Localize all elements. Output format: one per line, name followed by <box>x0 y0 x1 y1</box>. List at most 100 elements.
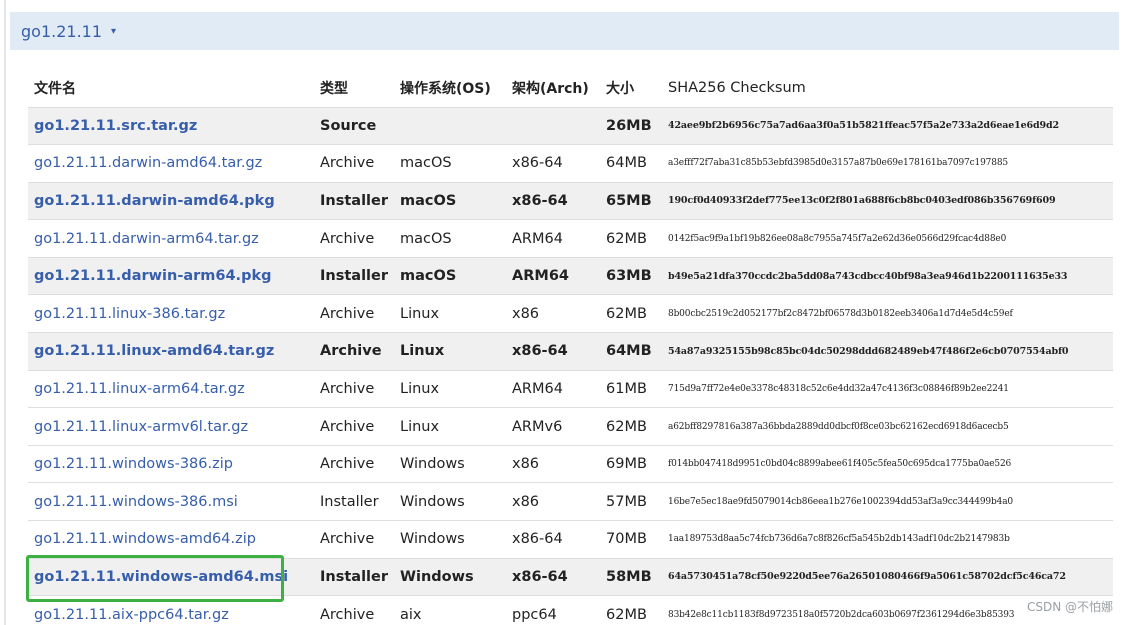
file-link-cell: go1.21.11.darwin-arm64.pkg <box>28 257 314 295</box>
table-row: go1.21.11.linux-386.tar.gz Archive Linux x8… <box>28 294 1113 333</box>
left-border-rule <box>4 0 6 625</box>
file-os-cell: macOS <box>400 155 452 172</box>
file-kind-cell: Installer <box>320 568 388 585</box>
file-size-cell: 62MB <box>606 230 647 247</box>
header-kind: 类型 <box>320 80 348 97</box>
file-link[interactable]: go1.21.11.src.tar.gz <box>34 118 197 134</box>
file-os-cell: Linux <box>400 343 445 360</box>
downloads-table: 文件名 类型 操作系统(OS) 架构(Arch) 大小 SHA256 Check… <box>28 69 1113 625</box>
file-link-cell: go1.21.11.darwin-amd64.pkg <box>28 182 314 220</box>
file-link-cell: go1.21.11.src.tar.gz <box>28 107 314 145</box>
file-os-cell <box>394 107 506 145</box>
file-arch-cell: x86-64 <box>512 155 563 172</box>
file-os-cell: Linux <box>400 418 440 435</box>
file-os-cell: Windows <box>400 531 465 548</box>
file-link-cell: go1.21.11.windows-386.msi <box>28 483 314 521</box>
file-os-cell: Windows <box>400 493 465 510</box>
file-kind-cell: Archive <box>320 531 375 548</box>
file-link[interactable]: go1.21.11.windows-386.msi <box>34 494 238 510</box>
file-size-cell: 58MB <box>606 568 652 585</box>
file-arch-cell: ARM64 <box>512 230 563 247</box>
file-kind-cell: Installer <box>320 268 388 285</box>
file-os-cell: Windows <box>400 456 465 473</box>
file-size-cell: 62MB <box>606 305 647 322</box>
file-arch-cell: x86 <box>512 493 540 510</box>
header-size: 大小 <box>606 80 634 97</box>
file-link[interactable]: go1.21.11.windows-386.zip <box>34 456 233 472</box>
header-os: 操作系统(OS) <box>400 80 491 97</box>
table-row: go1.21.11.linux-arm64.tar.gz Archive Linux… <box>28 370 1113 408</box>
file-link-cell: go1.21.11.windows-amd64.msi <box>28 558 314 596</box>
file-link[interactable]: go1.21.11.linux-armv6l.tar.gz <box>34 419 248 435</box>
file-arch-cell: x86-64 <box>512 343 568 360</box>
file-size-cell: 63MB <box>606 268 652 285</box>
table-header: 文件名 类型 操作系统(OS) 架构(Arch) 大小 SHA256 Check… <box>28 69 1113 107</box>
file-kind-cell: Archive <box>320 230 375 247</box>
table-row: go1.21.11.linux-amd64.tar.gz Archive Linux… <box>28 332 1113 371</box>
file-size-cell: 64MB <box>606 155 647 172</box>
file-kind-cell: Archive <box>320 305 375 322</box>
version-label[interactable]: go1.21.11 <box>21 22 102 41</box>
watermark: CSDN @不怕娜 <box>1026 600 1113 614</box>
file-size-cell: 62MB <box>606 606 647 623</box>
file-kind-cell: Archive <box>320 343 382 360</box>
file-size-cell: 61MB <box>606 380 647 397</box>
file-size-cell: 26MB <box>606 117 652 134</box>
file-arch-cell: x86 <box>512 305 540 322</box>
file-link-cell: go1.21.11.linux-amd64.tar.gz <box>28 333 314 371</box>
file-checksum-cell: 42aee9bf2b6956c75a7ad6aa3f0a51b5821ffeac… <box>668 120 1059 132</box>
file-os-cell: macOS <box>400 268 457 285</box>
file-os-cell: Linux <box>400 305 440 322</box>
table-row: go1.21.11.darwin-amd64.pkg Installer macOS… <box>28 182 1113 220</box>
table-row: go1.21.11.windows-386.msi Installer Window… <box>28 482 1113 521</box>
file-kind-cell: Archive <box>320 418 375 435</box>
file-link[interactable]: go1.21.11.linux-amd64.tar.gz <box>34 343 274 359</box>
file-checksum-cell: 64a5730451a78cf50e9220d5ee76a26501080466… <box>668 571 1066 583</box>
file-link[interactable]: go1.21.11.linux-arm64.tar.gz <box>34 381 245 397</box>
file-link-cell: go1.21.11.windows-386.zip <box>28 445 314 483</box>
table-row: go1.21.11.darwin-arm64.tar.gz Archive macO… <box>28 219 1113 258</box>
file-link[interactable]: go1.21.11.windows-amd64.zip <box>34 531 256 547</box>
file-link-cell: go1.21.11.linux-armv6l.tar.gz <box>28 408 314 446</box>
file-link[interactable]: go1.21.11.darwin-arm64.pkg <box>34 268 271 284</box>
table-row: go1.21.11.darwin-amd64.tar.gz Archive macO… <box>28 144 1113 183</box>
file-link[interactable]: go1.21.11.darwin-amd64.tar.gz <box>34 155 262 171</box>
file-link-cell: go1.21.11.linux-arm64.tar.gz <box>28 370 314 408</box>
file-checksum-cell: 190cf0d40933f2def775ee13c0f2f801a688f6cb… <box>668 195 1056 207</box>
file-os-cell: Windows <box>400 568 474 585</box>
file-arch-cell: x86-64 <box>512 531 563 548</box>
file-kind-cell: Source <box>320 117 377 134</box>
file-os-cell: macOS <box>400 230 452 247</box>
file-arch-cell: x86-64 <box>512 568 568 585</box>
file-link[interactable]: go1.21.11.windows-amd64.msi <box>34 569 288 585</box>
header-filename: 文件名 <box>34 80 76 97</box>
file-checksum-cell: b49e5a21dfa370ccdc2ba5dd08a743cdbcc40bf9… <box>668 270 1068 282</box>
version-toggle[interactable]: go1.21.11 ▾ <box>10 12 1119 50</box>
file-size-cell: 62MB <box>606 418 647 435</box>
file-link[interactable]: go1.21.11.darwin-arm64.tar.gz <box>34 231 259 247</box>
file-link[interactable]: go1.21.11.linux-386.tar.gz <box>34 306 225 322</box>
file-arch-cell: x86 <box>512 456 540 473</box>
table-row: go1.21.11.windows-amd64.msi Installer Wind… <box>28 558 1113 596</box>
file-link-cell: go1.21.11.darwin-arm64.tar.gz <box>28 220 314 258</box>
file-size-cell: 57MB <box>606 493 647 510</box>
caret-down-icon[interactable]: ▾ <box>111 26 116 37</box>
table-body: go1.21.11.src.tar.gz Source 26MB 42aee9bf2b… <box>28 107 1113 625</box>
file-checksum-cell: a3efff72f7aba31c85b53ebfd3985d0e3157a87b… <box>668 158 1008 169</box>
file-checksum-cell: 715d9a7ff72e4e0e3378c48318c52c6e4dd32a47… <box>668 383 1009 394</box>
file-link[interactable]: go1.21.11.darwin-amd64.pkg <box>34 193 275 209</box>
file-link[interactable]: go1.21.11.aix-ppc64.tar.gz <box>34 607 229 623</box>
table-row: go1.21.11.windows-386.zip Archive Windows x… <box>28 445 1113 483</box>
file-size-cell: 70MB <box>606 531 647 548</box>
file-size-cell: 69MB <box>606 456 647 473</box>
file-checksum-cell: a62bff8297816a387a36bbda2889dd0dbcf0f8ce… <box>668 421 1009 432</box>
file-size-cell: 65MB <box>606 192 652 209</box>
file-kind-cell: Archive <box>320 380 375 397</box>
file-checksum-cell: 54a87a9325155b98c85bc04dc50298ddd682489e… <box>668 345 1069 357</box>
file-checksum-cell: 0142f5ac9f9a1bf19b826ee08a8c7955a745f7a2… <box>668 233 1007 244</box>
file-arch-cell: ppc64 <box>512 606 557 623</box>
file-arch-cell: x86-64 <box>512 192 568 209</box>
file-kind-cell: Installer <box>320 192 388 209</box>
file-os-cell: aix <box>400 606 422 623</box>
file-os-cell: Linux <box>400 380 440 397</box>
